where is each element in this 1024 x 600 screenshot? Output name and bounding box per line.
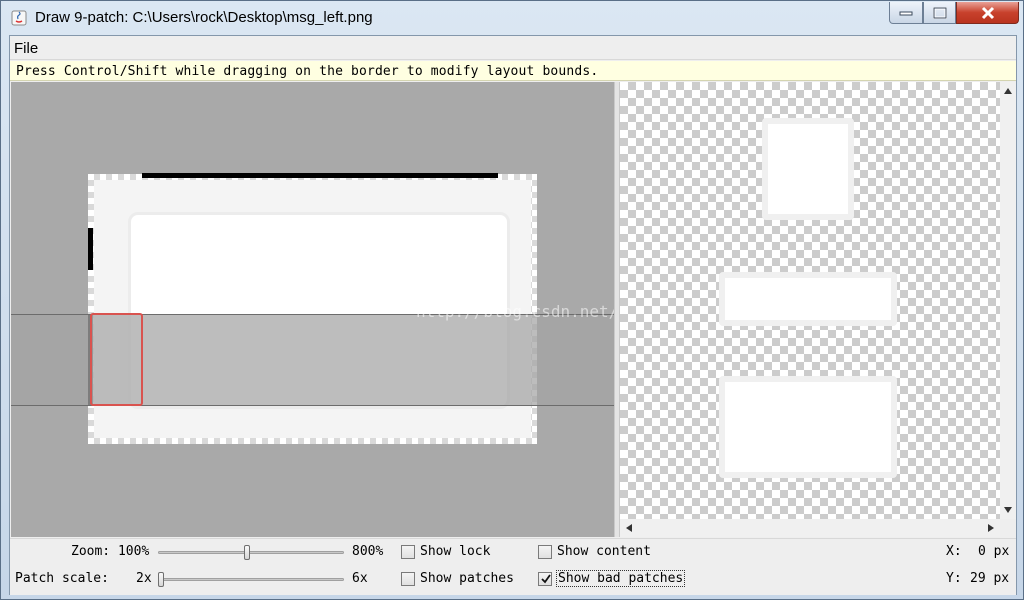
x-coord-label: X: bbox=[946, 544, 962, 559]
title-bar[interactable]: Draw 9-patch: C:\Users\rock\Desktop\msg_… bbox=[1, 1, 1023, 35]
stretch-region-image bbox=[88, 314, 537, 406]
y-coord-value: 29 px bbox=[970, 571, 1010, 586]
show-lock-label[interactable]: Show lock bbox=[420, 544, 490, 559]
preview-vertical-scrollbar[interactable] bbox=[1000, 82, 1016, 519]
menu-file[interactable]: File bbox=[14, 40, 38, 57]
patch-scale-label: Patch scale: bbox=[15, 571, 109, 586]
zoom-slider-thumb[interactable] bbox=[244, 545, 251, 560]
scroll-right-icon[interactable] bbox=[988, 524, 994, 532]
checkmark-icon bbox=[541, 574, 551, 584]
preview-wide bbox=[719, 272, 897, 326]
preview-horizontal-scrollbar[interactable] bbox=[620, 519, 1000, 537]
show-bad-patches-checkbox[interactable] bbox=[538, 572, 552, 586]
app-window: Draw 9-patch: C:\Users\rock\Desktop\msg_… bbox=[0, 0, 1024, 600]
scroll-left-icon[interactable] bbox=[626, 524, 632, 532]
show-patches-label[interactable]: Show patches bbox=[420, 571, 514, 586]
stretch-marker-top[interactable] bbox=[142, 173, 498, 178]
hint-text: Press Control/Shift while dragging on th… bbox=[16, 64, 599, 79]
show-content-label[interactable]: Show content bbox=[557, 544, 651, 559]
patch-scale-min-label: 2x bbox=[136, 571, 152, 586]
show-content-checkbox[interactable] bbox=[538, 545, 552, 559]
show-bad-patches-label[interactable]: Show bad patches bbox=[556, 570, 686, 587]
stretch-marker-left[interactable] bbox=[88, 228, 93, 270]
window-title: Draw 9-patch: C:\Users\rock\Desktop\msg_… bbox=[35, 9, 373, 26]
watermark: http://blog.csdn.net/ bbox=[416, 302, 614, 321]
patch-scale-slider[interactable] bbox=[158, 578, 344, 581]
x-coord-value: 0 px bbox=[978, 544, 1010, 559]
preview-pane bbox=[620, 82, 1000, 519]
show-patches-checkbox[interactable] bbox=[401, 572, 415, 586]
zoom-max-label: 800% bbox=[352, 544, 384, 559]
menu-bar: File bbox=[10, 36, 1016, 60]
bad-patch-outline bbox=[90, 313, 143, 406]
zoom-slider[interactable] bbox=[158, 551, 344, 554]
controls-panel: Zoom: 100% 800% Patch scale: 2x 6x Show … bbox=[10, 538, 1016, 595]
preview-tall bbox=[762, 118, 854, 220]
maximize-button[interactable] bbox=[923, 2, 956, 24]
hint-bar: Press Control/Shift while dragging on th… bbox=[10, 61, 1016, 81]
close-button[interactable] bbox=[956, 2, 1019, 24]
scroll-down-icon[interactable] bbox=[1004, 507, 1012, 513]
y-coord-label: Y: bbox=[946, 571, 962, 586]
minimize-button[interactable] bbox=[889, 2, 923, 24]
java-icon bbox=[11, 10, 27, 26]
show-lock-checkbox[interactable] bbox=[401, 545, 415, 559]
client-area: File Press Control/Shift while dragging … bbox=[9, 35, 1017, 595]
patch-scale-max-label: 6x bbox=[352, 571, 368, 586]
zoom-label: Zoom: 100% bbox=[71, 544, 150, 559]
close-icon bbox=[981, 6, 994, 19]
editor-canvas[interactable]: http://blog.csdn.net/ bbox=[11, 82, 614, 537]
patch-scale-slider-thumb[interactable] bbox=[158, 572, 164, 587]
scroll-up-icon[interactable] bbox=[1004, 88, 1012, 94]
preview-large bbox=[719, 376, 897, 478]
